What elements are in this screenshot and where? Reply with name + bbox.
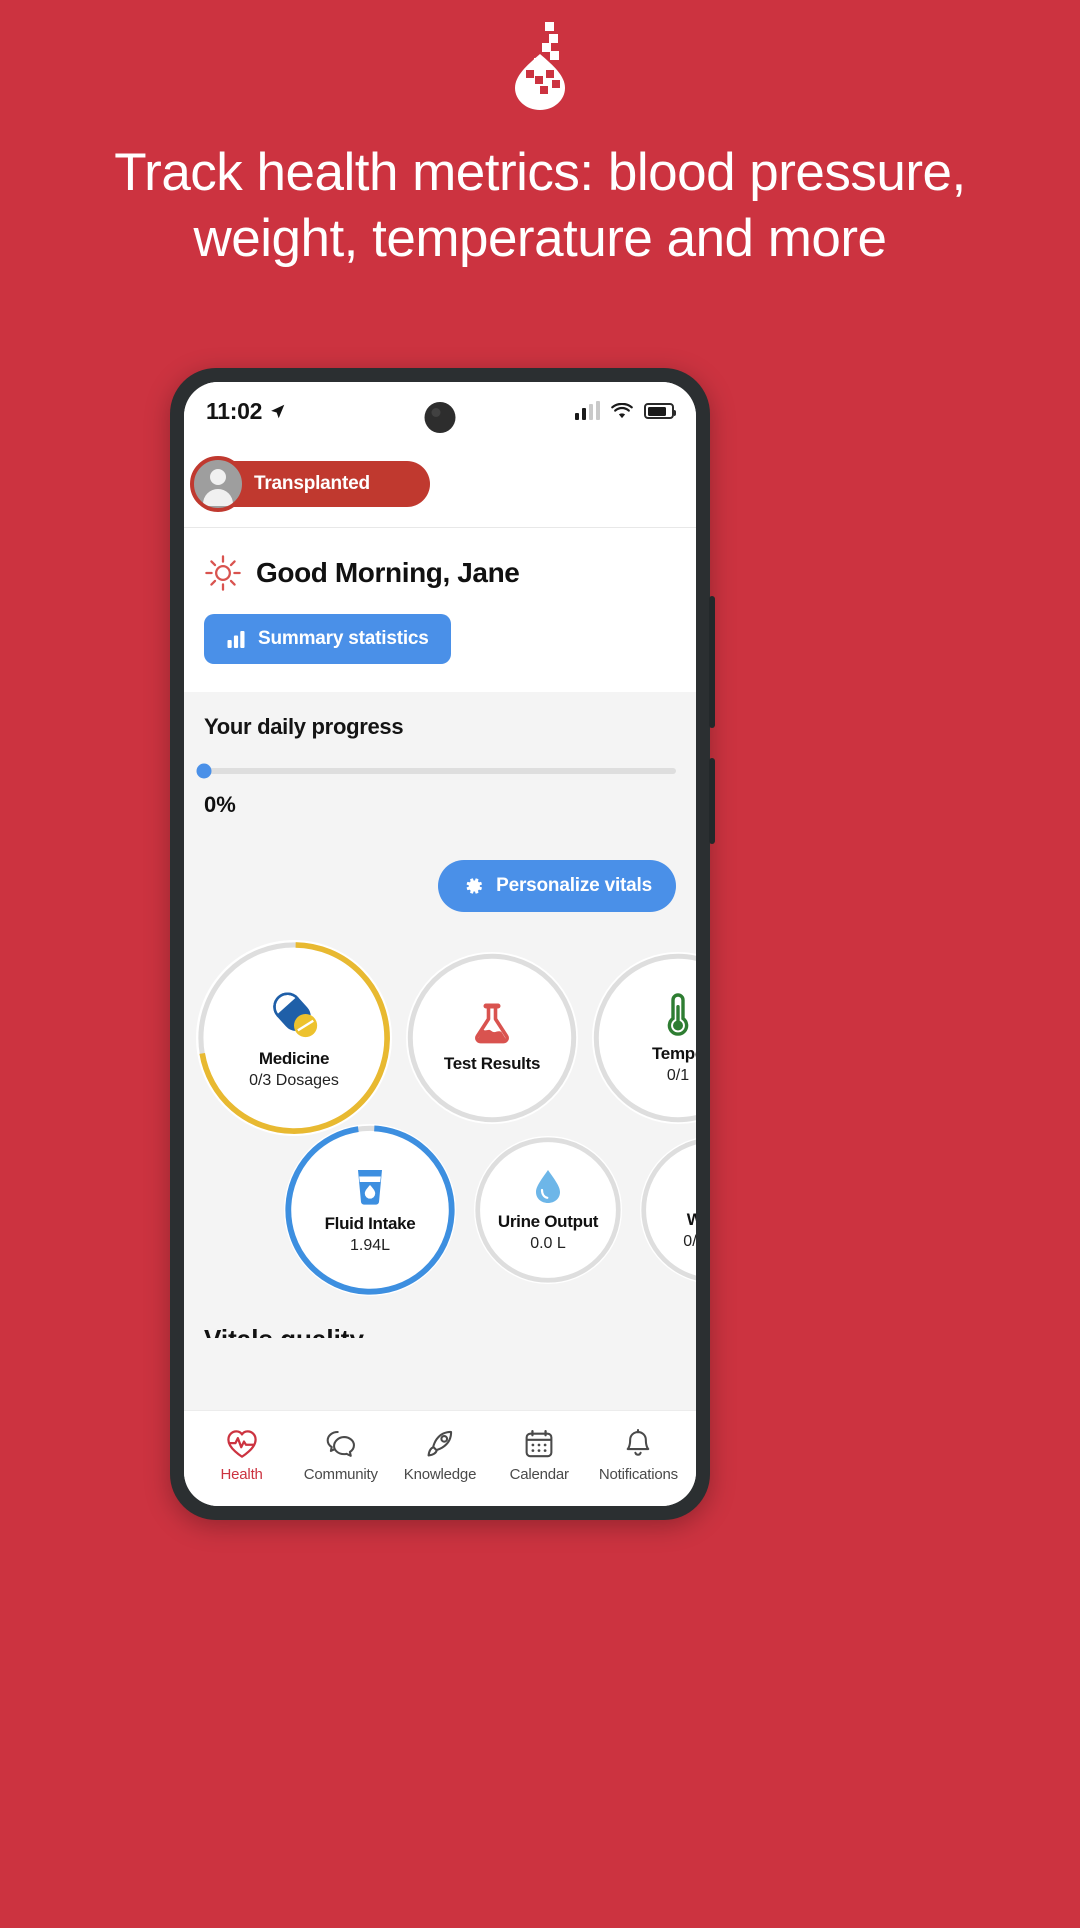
clipped-section: Vitals quality <box>184 1310 696 1338</box>
vital-label: Weight <box>686 1209 696 1229</box>
main-content: Good Morning, Jane Summary statistics Yo… <box>184 528 696 1410</box>
bar-chart-icon <box>227 631 245 648</box>
front-camera-punchhole <box>424 402 456 433</box>
cellular-signal-icon <box>574 401 600 420</box>
bottom-navigation: Health Community Knowledge Calendar Noti… <box>184 1410 696 1506</box>
daily-progress-slider[interactable] <box>196 763 676 779</box>
vital-sub: 1.94L <box>349 1236 391 1254</box>
vital-circle-weight[interactable]: Weight 0/2 Logs <box>640 1136 696 1284</box>
rocket-icon <box>427 1430 453 1456</box>
phone-mockup: 11:02 Transplanted Good Morning, Jane Su… <box>170 368 715 1520</box>
nav-label: Calendar <box>509 1465 569 1483</box>
vital-circle-medicine[interactable]: Medicine 0/3 Dosages <box>196 940 392 1136</box>
gear-icon <box>466 878 483 894</box>
vitals-section: Medicine 0/3 Dosages Test Results Temp 0… <box>184 912 696 1410</box>
status-time: 11:02 <box>206 397 263 424</box>
vital-label: Fluid Intake <box>324 1213 416 1233</box>
daily-progress-percent: 0% <box>204 792 236 817</box>
nav-item-community[interactable]: Community <box>291 1429 390 1483</box>
progress-ring-fluid-intake <box>285 1125 455 1295</box>
vital-label: Urine Output <box>497 1211 599 1231</box>
app-logo <box>0 18 1080 112</box>
wifi-icon <box>611 402 633 418</box>
profile-status-chip[interactable]: Transplanted <box>190 455 430 512</box>
personalize-row: Personalize vitals <box>184 838 696 912</box>
promo-headline: Track health metrics: blood pressure, we… <box>114 143 966 268</box>
personalize-vitals-label: Personalize vitals <box>496 875 652 896</box>
vital-sub: 0/1 <box>666 1066 690 1084</box>
nav-item-notifications[interactable]: Notifications <box>589 1428 688 1483</box>
pill-capsule-icon <box>267 987 321 1041</box>
summary-statistics-button[interactable]: Summary statistics <box>204 614 451 664</box>
progress-ring-temperature <box>593 953 696 1123</box>
vital-sub: 0.0 L <box>530 1234 566 1252</box>
status-time-group: 11:02 <box>206 398 286 425</box>
profile-chip-label: Transplanted <box>254 472 370 494</box>
nav-label: Knowledge <box>403 1465 477 1483</box>
greeting-text: Good Morning, Jane <box>256 557 520 588</box>
status-bar: 11:02 <box>184 382 696 440</box>
vital-sub: 0/3 Dosages <box>249 1071 339 1089</box>
vital-label: Tempe <box>651 1043 696 1063</box>
phone-power-button <box>709 758 715 844</box>
phone-screen: 11:02 Transplanted Good Morning, Jane Su… <box>184 382 696 1506</box>
chat-bubbles-icon <box>326 1430 355 1457</box>
phone-volume-button <box>709 596 715 728</box>
heart-pulse-icon <box>226 1429 257 1458</box>
water-glass-icon <box>353 1166 387 1206</box>
vital-label: Test Results <box>443 1054 541 1073</box>
daily-progress-knob[interactable] <box>196 763 212 779</box>
vital-circle-urine-output[interactable]: Urine Output 0.0 L <box>474 1136 622 1284</box>
status-indicators <box>574 401 676 420</box>
battery-icon <box>644 403 676 419</box>
nav-label: Community <box>303 1465 378 1483</box>
nav-label: Notifications <box>598 1465 678 1483</box>
summary-statistics-label: Summary statistics <box>258 628 429 649</box>
greeting-row: Good Morning, Jane <box>204 554 676 592</box>
daily-progress-title: Your daily progress <box>204 714 404 739</box>
progress-ring-urine-output <box>475 1137 621 1283</box>
vitals-row-1: Medicine 0/3 Dosages Test Results Temp 0… <box>184 940 696 1136</box>
nav-label: Health <box>220 1465 263 1483</box>
nav-item-knowledge[interactable]: Knowledge <box>390 1429 489 1483</box>
bell-icon <box>627 1428 650 1456</box>
vital-circle-fluid-intake[interactable]: Fluid Intake 1.94L <box>284 1124 456 1296</box>
user-avatar-icon[interactable] <box>190 455 246 512</box>
flask-icon <box>472 1002 512 1046</box>
vital-label: Medicine <box>258 1048 330 1068</box>
daily-progress-block: Your daily progress 0% <box>184 692 696 838</box>
thermometer-icon <box>661 992 695 1036</box>
personalize-vitals-button[interactable]: Personalize vitals <box>438 860 676 912</box>
water-drop-icon <box>533 1168 563 1204</box>
nav-item-calendar[interactable]: Calendar <box>490 1429 589 1483</box>
location-arrow-icon <box>271 404 285 418</box>
vital-sub: 0/2 Logs <box>683 1232 696 1250</box>
profile-chip-bar: Transplanted <box>184 440 696 528</box>
vital-circle-temperature[interactable]: Tempe 0/1 <box>592 952 696 1124</box>
vital-circle-test-results[interactable]: Test Results <box>406 952 578 1124</box>
clipped-section-title: Vitals quality <box>204 1324 676 1338</box>
vitals-row-2: Fluid Intake 1.94L Urine Output 0.0 L W … <box>184 1124 696 1296</box>
calendar-icon <box>525 1429 553 1457</box>
sun-icon <box>205 555 241 591</box>
greeting-block: Good Morning, Jane Summary statistics <box>184 528 696 692</box>
water-droplet-pixel-logo-svg <box>515 22 565 110</box>
nav-item-health[interactable]: Health <box>192 1429 291 1483</box>
